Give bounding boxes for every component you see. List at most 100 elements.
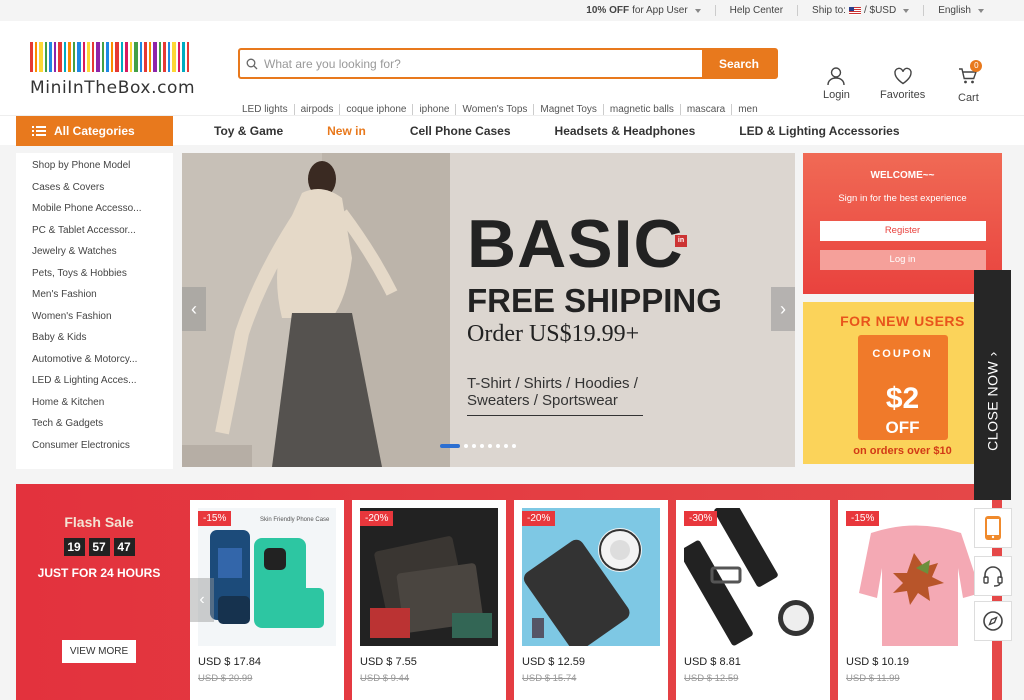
banner-next-button[interactable]: › bbox=[771, 287, 795, 331]
chevron-down-icon bbox=[978, 8, 984, 13]
pagination-dot[interactable] bbox=[512, 444, 516, 448]
register-button[interactable]: Register bbox=[819, 221, 986, 241]
product-image bbox=[360, 508, 498, 646]
category-item[interactable]: Men's Fashion bbox=[16, 284, 173, 306]
site-logo[interactable]: MiniInTheBox.com bbox=[30, 42, 195, 98]
pagination-dot[interactable] bbox=[504, 444, 508, 448]
pagination-dot[interactable] bbox=[480, 444, 484, 448]
hot-search-link[interactable]: airpods bbox=[293, 104, 340, 115]
category-item[interactable]: Jewelry & Watches bbox=[16, 241, 173, 263]
discount-badge: -20% bbox=[522, 511, 556, 526]
category-item[interactable]: PC & Tablet Accessor... bbox=[16, 220, 173, 242]
product-card[interactable]: -15% USD $ 10.19 USD $ 11.99 bbox=[838, 500, 992, 700]
close-now-text: CLOSE NOW bbox=[984, 360, 1001, 451]
coupon-label: COUPON bbox=[872, 348, 933, 360]
product-card[interactable]: -30% USD $ 8.81 USD $ 12.59 bbox=[676, 500, 830, 700]
product-image bbox=[846, 508, 984, 646]
heart-icon bbox=[893, 67, 912, 85]
category-item[interactable]: Tech & Gadgets bbox=[16, 413, 173, 435]
category-item[interactable]: LED & Lighting Acces... bbox=[16, 370, 173, 392]
discount-badge: -20% bbox=[360, 511, 394, 526]
nav-link-toy-game[interactable]: Toy & Game bbox=[214, 124, 283, 138]
search-button[interactable]: Search bbox=[702, 50, 776, 77]
hot-search-link[interactable]: men bbox=[731, 104, 763, 115]
pagination-dot[interactable] bbox=[440, 444, 460, 448]
hot-search-link[interactable]: iphone bbox=[412, 104, 455, 115]
hero-banner[interactable]: BASIC in FREE SHIPPING Order US$19.99+ T… bbox=[182, 153, 795, 467]
help-center-label: Help Center bbox=[729, 5, 784, 16]
menu-icon bbox=[32, 126, 46, 136]
welcome-title: WELCOME~~ bbox=[870, 170, 935, 181]
app-promo-link[interactable]: 10% OFF for App User bbox=[572, 5, 714, 16]
promo-bold: 10% OFF bbox=[586, 5, 630, 16]
hot-search-list: LED lights airpods coque iphone iphone W… bbox=[242, 104, 764, 115]
product-old-price: USD $ 20.99 bbox=[198, 673, 253, 684]
nav-link-led-lighting[interactable]: LED & Lighting Accessories bbox=[739, 124, 899, 138]
coupon-off: OFF bbox=[885, 418, 920, 437]
help-center-link[interactable]: Help Center bbox=[714, 5, 797, 16]
coupon-amount: $2 bbox=[885, 382, 920, 415]
category-item[interactable]: Baby & Kids bbox=[16, 327, 173, 349]
hot-search-link[interactable]: magnetic balls bbox=[602, 104, 680, 115]
banner-categories: T-Shirt / Shirts / Hoodies / Sweaters / … bbox=[467, 375, 638, 409]
flash-prev-button[interactable]: ‹ bbox=[190, 578, 214, 622]
hot-search-link[interactable]: mascara bbox=[679, 104, 731, 115]
product-old-price: USD $ 12.59 bbox=[684, 673, 739, 684]
pagination-dot[interactable] bbox=[472, 444, 476, 448]
language-selector[interactable]: English bbox=[923, 5, 998, 16]
view-more-button[interactable]: VIEW MORE bbox=[61, 640, 137, 663]
login-button[interactable]: Login bbox=[823, 66, 850, 101]
nav-link-new-in[interactable]: New in bbox=[327, 124, 366, 138]
user-icon bbox=[827, 67, 846, 86]
category-item[interactable]: Cases & Covers bbox=[16, 177, 173, 199]
nav-links: Toy & Game New in Cell Phone Cases Heads… bbox=[214, 116, 944, 146]
category-item[interactable]: Consumer Electronics bbox=[16, 435, 173, 457]
ship-to-selector[interactable]: Ship to: / $USD bbox=[797, 5, 923, 16]
side-promo-tab[interactable]: CLOSE NOW › bbox=[974, 270, 1011, 500]
model-illustration bbox=[182, 153, 450, 467]
mobile-app-button[interactable] bbox=[974, 508, 1012, 548]
hot-search-link[interactable]: Magnet Toys bbox=[533, 104, 603, 115]
countdown-timer: 19 57 47 bbox=[16, 538, 182, 556]
category-item[interactable]: Automotive & Motorcy... bbox=[16, 349, 173, 371]
search-input[interactable] bbox=[264, 50, 702, 77]
category-item[interactable]: Shop by Phone Model bbox=[16, 155, 173, 177]
explore-button[interactable] bbox=[974, 601, 1012, 641]
product-price: USD $ 7.55 bbox=[360, 656, 417, 668]
header: MiniInTheBox.com Search LED lights airpo… bbox=[0, 21, 1024, 115]
product-card[interactable]: -20% USD $ 7.55 USD $ 9.44 bbox=[352, 500, 506, 700]
pagination-dot[interactable] bbox=[464, 444, 468, 448]
banner-free-shipping: FREE SHIPPING bbox=[467, 282, 722, 319]
customer-service-button[interactable] bbox=[974, 556, 1012, 596]
chevron-down-icon bbox=[903, 8, 910, 13]
nav-link-cell-phone-cases[interactable]: Cell Phone Cases bbox=[410, 124, 511, 138]
favorites-button[interactable]: Favorites bbox=[880, 66, 925, 101]
nav-link-headsets[interactable]: Headsets & Headphones bbox=[555, 124, 696, 138]
hot-search-link[interactable]: Women's Tops bbox=[455, 104, 533, 115]
category-item[interactable]: Pets, Toys & Hobbies bbox=[16, 263, 173, 285]
close-now-label[interactable]: CLOSE NOW › bbox=[985, 333, 1001, 470]
hot-search-link[interactable]: coque iphone bbox=[339, 104, 412, 115]
pagination-dot[interactable] bbox=[488, 444, 492, 448]
banner-prev-button[interactable]: ‹ bbox=[182, 287, 206, 331]
timer-hours: 19 bbox=[63, 538, 85, 556]
product-card[interactable]: -20% USD $ 12.59 USD $ 15.74 bbox=[514, 500, 668, 700]
login-label: Login bbox=[823, 89, 850, 101]
discount-badge: -15% bbox=[198, 511, 232, 526]
timer-seconds: 47 bbox=[113, 538, 135, 556]
all-categories-label: All Categories bbox=[54, 124, 135, 138]
favorites-label: Favorites bbox=[880, 89, 926, 101]
category-item[interactable]: Mobile Phone Accesso... bbox=[16, 198, 173, 220]
login-panel-button[interactable]: Log in bbox=[819, 250, 986, 270]
product-image: Skin Friendly Phone Case bbox=[198, 508, 336, 646]
pagination-dot[interactable] bbox=[496, 444, 500, 448]
hot-search-link[interactable]: LED lights bbox=[242, 104, 294, 115]
chevron-down-icon bbox=[694, 8, 701, 13]
new-user-coupon[interactable]: FOR NEW USERS COUPON $2 OFF on orders ov… bbox=[803, 302, 1002, 464]
cart-button[interactable]: 0 Cart bbox=[958, 60, 983, 104]
ship-to-label: Ship to: bbox=[812, 5, 846, 16]
banner-headline: BASIC bbox=[467, 206, 684, 282]
all-categories-button[interactable]: All Categories bbox=[16, 116, 173, 146]
category-item[interactable]: Home & Kitchen bbox=[16, 392, 173, 414]
category-item[interactable]: Women's Fashion bbox=[16, 306, 173, 328]
